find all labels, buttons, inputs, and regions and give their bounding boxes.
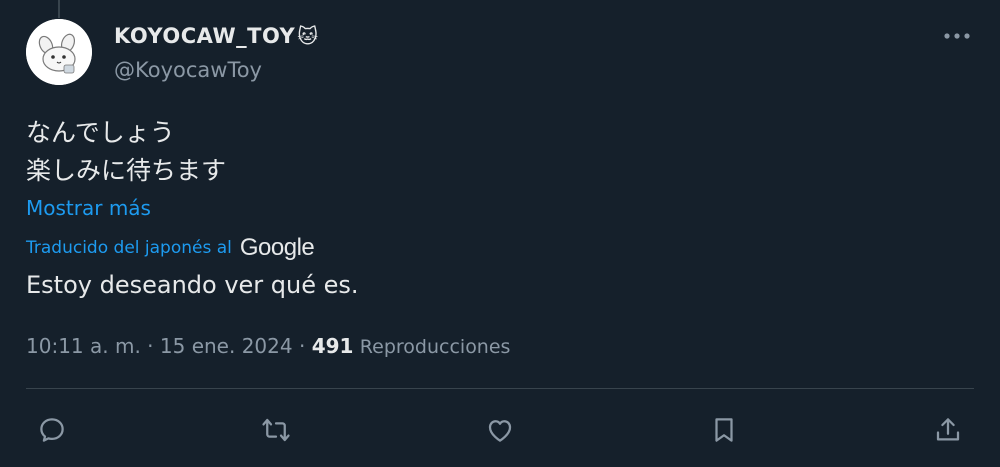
share-icon bbox=[936, 418, 960, 441]
more-options-button[interactable] bbox=[940, 24, 974, 48]
tweet-metadata: 10:11 a. m. · 15 ene. 2024 · 491 Reprodu… bbox=[26, 334, 510, 358]
avatar[interactable] bbox=[26, 19, 92, 85]
cat-emoji-icon: 🐱 bbox=[297, 24, 319, 48]
thread-connector-line bbox=[58, 0, 60, 18]
show-more-link[interactable]: Mostrar más bbox=[26, 196, 151, 220]
author-handle[interactable]: @KoyocawToy bbox=[114, 58, 262, 82]
translation-attribution: Traducido del japonés al Google bbox=[26, 233, 315, 263]
views-count: 491 bbox=[311, 334, 354, 358]
tweet-text: なんでしょう 楽しみに待ちます bbox=[26, 114, 226, 190]
divider bbox=[26, 388, 974, 389]
avatar-image bbox=[26, 19, 92, 85]
tweet-text-line: なんでしょう bbox=[26, 118, 175, 147]
reply-icon bbox=[40, 418, 64, 442]
meta-separator: · bbox=[147, 334, 154, 358]
like-button[interactable] bbox=[478, 408, 522, 452]
google-logo: Google bbox=[239, 234, 315, 261]
share-button[interactable] bbox=[926, 408, 970, 452]
more-dots-icon bbox=[944, 33, 970, 39]
tweet-date[interactable]: 15 ene. 2024 bbox=[160, 334, 293, 358]
translation-label: Traducido del japonés al bbox=[26, 238, 232, 258]
views-label: Reproducciones bbox=[359, 336, 511, 358]
translated-text: Estoy deseando ver qué es. bbox=[26, 271, 359, 299]
bookmark-icon bbox=[715, 418, 733, 442]
author-display-name[interactable]: KOYOCAW_TOY 🐱 bbox=[114, 24, 319, 48]
retweet-icon bbox=[262, 418, 290, 442]
retweet-button[interactable] bbox=[254, 408, 298, 452]
author-name-text: KOYOCAW_TOY bbox=[114, 24, 296, 48]
bookmark-button[interactable] bbox=[702, 408, 746, 452]
tweet-text-line: 楽しみに待ちます bbox=[26, 156, 227, 185]
meta-separator: · bbox=[298, 334, 306, 358]
like-icon bbox=[488, 420, 512, 442]
reply-button[interactable] bbox=[30, 408, 74, 452]
tweet-time[interactable]: 10:11 a. m. bbox=[26, 334, 141, 358]
action-bar bbox=[0, 408, 1000, 452]
